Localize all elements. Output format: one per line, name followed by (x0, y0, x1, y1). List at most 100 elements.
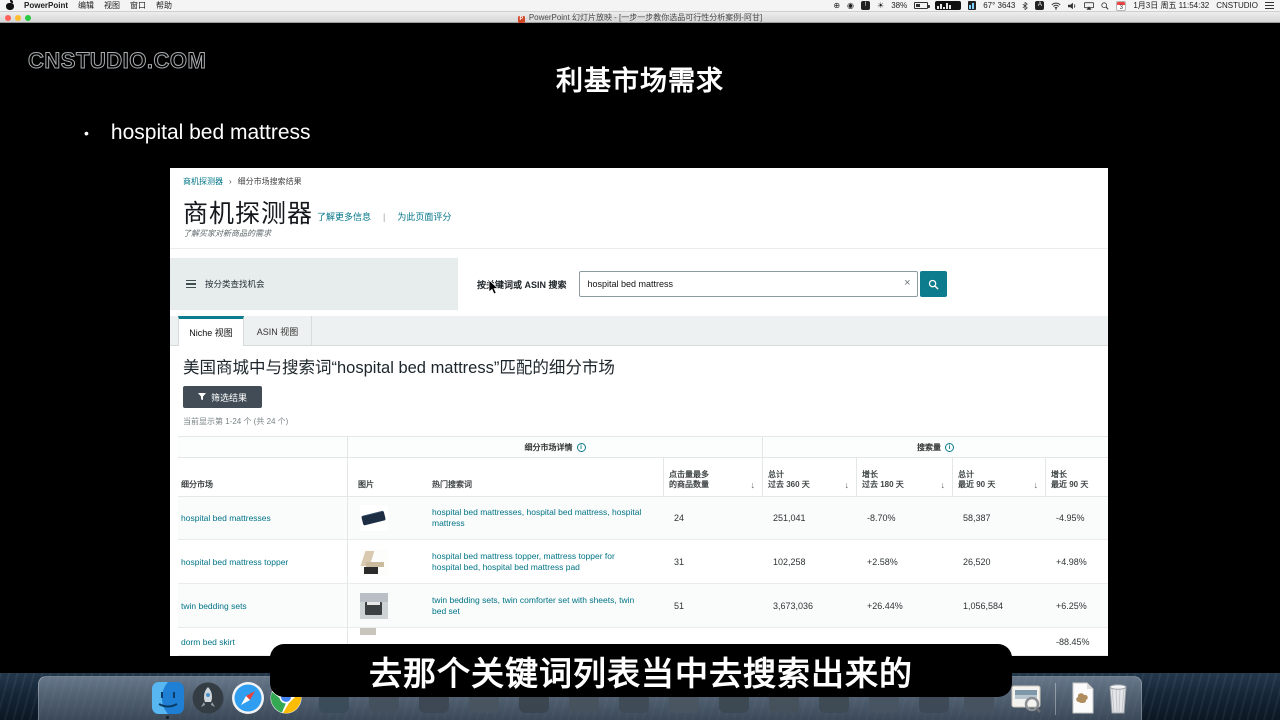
info-icon[interactable]: i (577, 443, 586, 452)
preview-icon[interactable] (1009, 681, 1043, 715)
globe-icon[interactable]: ⊕ (833, 2, 840, 10)
apple-menu-icon[interactable] (6, 1, 14, 10)
sun-icon[interactable]: ☀ (877, 2, 884, 10)
spotlight-search-icon[interactable] (1101, 2, 1109, 10)
col-growth-180[interactable]: 增长过去 180 天 ↓ (857, 458, 953, 496)
sort-arrow-icon[interactable]: ↓ (751, 480, 756, 490)
view-tabbar: Niche 视图 ASIN 视图 (170, 316, 1108, 346)
col-growth-90[interactable]: 增长最近 90 天 (1046, 458, 1108, 496)
window-title: PowerPoint 幻灯片放映 - [一步一步教你选品可行性分析案例-阿甘] (529, 13, 762, 22)
cell-growth-180: +2.58% (857, 557, 898, 567)
airplay-icon[interactable] (1084, 2, 1094, 10)
rate-page-link[interactable]: 为此页面评分 (397, 210, 451, 223)
page-title: 商机探测器 (183, 194, 313, 230)
cell-total-90: 1,056,584 (953, 601, 1003, 611)
window-titlebar: P PowerPoint 幻灯片放映 - [一步一步教你选品可行性分析案例-阿甘] (0, 12, 1280, 23)
cell-growth-180: +26.44% (857, 601, 903, 611)
menubar-app-name[interactable]: PowerPoint (24, 1, 68, 10)
safari-icon[interactable] (231, 681, 265, 715)
sensor-readout: 67° 3643 (983, 1, 1015, 10)
search-button[interactable] (920, 271, 947, 297)
close-window-icon[interactable] (5, 15, 11, 21)
net-meter-icon[interactable] (968, 1, 976, 10)
running-indicator (166, 716, 169, 719)
browse-categories-button[interactable]: 按分类查找机会 (170, 258, 458, 310)
sort-arrow-icon[interactable]: ↓ (845, 480, 850, 490)
results-heading: 美国商城中与搜索词“hospital bed mattress”匹配的细分市场 (183, 354, 615, 378)
menubar-account[interactable]: CNSTUDIO (1216, 1, 1258, 10)
tab-niche-view[interactable]: Niche 视图 (178, 316, 244, 346)
table-row: hospital bed mattresses hospital bed mat… (178, 497, 1108, 540)
top-keywords-link[interactable]: hospital bed mattress topper, mattress t… (425, 551, 664, 573)
niche-name-link[interactable]: dorm bed skirt (178, 637, 235, 647)
col-total-360[interactable]: 总计过去 360 天 ↓ (763, 458, 857, 496)
filter-results-button[interactable]: 筛选结果 (183, 386, 262, 408)
menu-edit[interactable]: 编辑 (78, 0, 94, 11)
product-thumbnail[interactable] (360, 593, 388, 619)
top-keywords-link[interactable]: hospital bed mattresses, hospital bed ma… (425, 507, 664, 529)
wifi-icon[interactable] (1051, 2, 1061, 10)
cell-growth-90: -88.45% (1046, 637, 1090, 647)
menu-window[interactable]: 窗口 (130, 0, 146, 11)
top-keywords-link[interactable]: twin bedding sets, twin comforter set wi… (425, 595, 664, 617)
calendar-icon[interactable]: 3 (1116, 1, 1126, 11)
product-thumbnail[interactable] (360, 549, 388, 575)
cell-growth-90: +6.25% (1046, 601, 1087, 611)
tab-asin-view[interactable]: ASIN 视图 (244, 316, 312, 346)
col-total-90[interactable]: 总计最近 90 天 ↓ (953, 458, 1046, 496)
cell-total-90: 26,520 (953, 557, 991, 567)
group-niche-details: 细分市场详情 i (348, 437, 763, 457)
niche-name-link[interactable]: hospital bed mattresses (178, 513, 271, 523)
info-icon[interactable]: i (945, 443, 954, 452)
niche-name-link[interactable]: twin bedding sets (178, 601, 247, 611)
menubar-datetime[interactable]: 1月3日 周五 11:54:32 (1133, 0, 1209, 11)
menu-help[interactable]: 帮助 (156, 0, 172, 11)
cell-total-360: 102,258 (763, 557, 806, 567)
finder-icon[interactable] (151, 681, 185, 715)
minimize-window-icon[interactable] (15, 15, 21, 21)
cell-total-360: 3,673,036 (763, 601, 813, 611)
header-divider (170, 248, 1108, 249)
bluetooth-icon[interactable] (1022, 1, 1028, 11)
trash-icon[interactable] (1101, 681, 1135, 715)
input-source-icon[interactable]: A (1035, 1, 1044, 10)
breadcrumb-root-link[interactable]: 商机探测器 (183, 176, 223, 187)
cpu-meter-icon[interactable] (935, 1, 961, 10)
breadcrumb-chevron-icon: › (229, 177, 232, 186)
browse-categories-label: 按分类查找机会 (205, 278, 265, 290)
traffic-lights[interactable] (5, 15, 31, 21)
cell-total-360: 251,041 (763, 513, 806, 523)
opportunity-explorer-screenshot: 商机探测器 › 细分市场搜索结果 商机探测器 了解更多信息 | 为此页面评分 了… (170, 168, 1108, 656)
caption-text: 去那个关键词列表当中去搜索出来的 (369, 647, 913, 695)
battery-icon[interactable] (914, 2, 928, 9)
col-top-clicked-products[interactable]: 点击量最多的商品数量 ↓ (664, 458, 763, 496)
learn-more-link[interactable]: 了解更多信息 (317, 210, 371, 223)
group-details-label: 细分市场详情 (525, 442, 573, 453)
categories-menu-icon (186, 283, 196, 285)
niche-name-link[interactable]: hospital bed mattress topper (178, 557, 288, 567)
breadcrumb: 商机探测器 › 细分市场搜索结果 (183, 176, 302, 187)
sort-arrow-icon[interactable]: ↓ (1034, 480, 1039, 490)
cell-products: 31 (664, 557, 684, 567)
powerpoint-app-icon: P (518, 16, 525, 23)
menu-view[interactable]: 视图 (104, 0, 120, 11)
zoom-window-icon[interactable] (25, 15, 31, 21)
bullet-dot: • (84, 125, 89, 141)
group-volume-label: 搜索量 (917, 442, 941, 453)
product-thumbnail[interactable] (360, 628, 376, 635)
col-keywords: 热门搜索词 (425, 458, 664, 496)
alert-box-icon[interactable]: ! (861, 1, 870, 10)
sort-arrow-icon[interactable]: ↓ (941, 480, 946, 490)
launchpad-icon[interactable] (191, 681, 225, 715)
eye-icon[interactable]: ◉ (847, 2, 854, 10)
keyword-search-input[interactable] (579, 271, 918, 297)
product-thumbnail[interactable] (360, 505, 388, 531)
notification-center-icon[interactable] (1265, 5, 1274, 7)
document-icon[interactable] (1065, 681, 1099, 715)
link-divider: | (383, 212, 385, 222)
cell-products: 24 (664, 513, 684, 523)
volume-icon[interactable] (1068, 2, 1077, 10)
showing-count: 当前显示第 1-24 个 (共 24 个) (183, 416, 288, 427)
clear-search-icon[interactable]: × (904, 276, 910, 290)
niche-table: 细分市场详情 i 搜索量 i 细分市场 图片 热门搜索词 点击量最多的商品数量 … (178, 436, 1108, 656)
